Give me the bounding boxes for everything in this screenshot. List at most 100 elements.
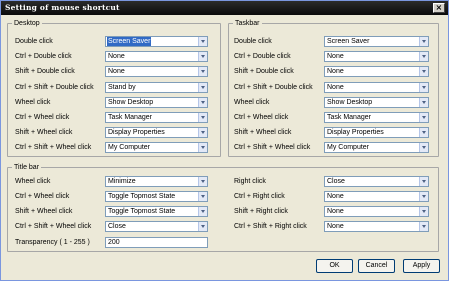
- taskbar-row-label: Ctrl + Wheel click: [234, 114, 289, 121]
- titlebar-right-action-dropdown[interactable]: None: [324, 221, 429, 232]
- titlebar-left-row-label: Shift + Wheel click: [15, 208, 73, 215]
- cancel-button[interactable]: Cancel: [358, 259, 395, 273]
- dialog-window: Setting of mouse shortcut × Desktop Task…: [0, 0, 449, 281]
- ok-button[interactable]: OK: [316, 259, 353, 273]
- close-icon: ×: [435, 3, 443, 12]
- desktop-action-dropdown[interactable]: Screen Saver: [105, 36, 208, 47]
- taskbar-row-label: Ctrl + Double click: [234, 53, 291, 61]
- close-button[interactable]: ×: [433, 3, 445, 13]
- taskbar-action-dropdown[interactable]: My Computer: [324, 142, 429, 154]
- desktop-action-dropdown[interactable]: Display Properties: [105, 127, 208, 139]
- titlebar-left-selected-value: Toggle Topmost State: [108, 208, 176, 215]
- titlebar-group-label: Title bar: [12, 163, 42, 172]
- desktop-row-label: Wheel click: [15, 98, 51, 106]
- taskbar-action-dropdown[interactable]: None: [324, 51, 429, 63]
- titlebar-right-selected-value: None: [327, 193, 344, 200]
- chevron-down-icon[interactable]: [198, 128, 207, 138]
- titlebar-left-row-label: Ctrl + Wheel click: [15, 193, 70, 200]
- chevron-down-icon[interactable]: [198, 52, 207, 62]
- window-title: Setting of mouse shortcut: [5, 3, 120, 12]
- chevron-down-icon[interactable]: [198, 67, 207, 77]
- chevron-down-icon[interactable]: [198, 82, 207, 92]
- chevron-down-icon[interactable]: [198, 192, 207, 201]
- chevron-down-icon[interactable]: [419, 192, 428, 201]
- titlebar-left-selected-value: Minimize: [108, 178, 136, 185]
- titlebar-right-row-label: Ctrl + Right click: [234, 193, 285, 200]
- chevron-down-icon[interactable]: [198, 207, 207, 216]
- desktop-action-dropdown[interactable]: Stand by: [105, 81, 208, 93]
- chevron-down-icon[interactable]: [419, 177, 428, 186]
- desktop-selected-value: Screen Saver: [107, 37, 152, 46]
- desktop-row-label: Ctrl + Shift + Double click: [15, 83, 94, 91]
- chevron-down-icon[interactable]: [198, 143, 207, 153]
- chevron-down-icon[interactable]: [419, 207, 428, 216]
- taskbar-action-dropdown[interactable]: None: [324, 66, 429, 78]
- titlebar-right-selected-value: Close: [327, 178, 345, 185]
- taskbar-action-dropdown[interactable]: None: [324, 81, 429, 93]
- titlebar-right-row-label: Right click: [234, 178, 266, 185]
- titlebar-right-row-label: Shift + Right click: [234, 208, 288, 215]
- chevron-down-icon[interactable]: [198, 177, 207, 186]
- chevron-down-icon[interactable]: [419, 97, 428, 107]
- desktop-row-label: Ctrl + Wheel click: [15, 114, 70, 121]
- chevron-down-icon[interactable]: [419, 113, 428, 122]
- titlebar-left-selected-value: Close: [108, 223, 126, 230]
- chevron-down-icon[interactable]: [198, 37, 207, 46]
- taskbar-selected-value: Display Properties: [327, 129, 384, 137]
- desktop-selected-value: My Computer: [108, 144, 151, 152]
- chevron-down-icon[interactable]: [419, 222, 428, 231]
- chevron-down-icon[interactable]: [419, 143, 428, 153]
- titlebar-left-action-dropdown[interactable]: Toggle Topmost State: [105, 191, 208, 202]
- transparency-label: Transparency ( 1 - 255 ): [15, 239, 90, 246]
- titlebar-right-action-dropdown[interactable]: Close: [324, 176, 429, 187]
- titlebar-left-action-dropdown[interactable]: Toggle Topmost State: [105, 206, 208, 217]
- taskbar-selected-value: None: [327, 68, 344, 76]
- desktop-action-dropdown[interactable]: Show Desktop: [105, 96, 208, 108]
- chevron-down-icon[interactable]: [419, 67, 428, 77]
- desktop-group-label: Desktop: [12, 19, 42, 28]
- titlebar-right-selected-value: None: [327, 208, 344, 215]
- desktop-row-label: Shift + Double click: [15, 68, 75, 76]
- chevron-down-icon[interactable]: [198, 97, 207, 107]
- taskbar-row-label: Ctrl + Shift + Double click: [234, 83, 313, 91]
- desktop-selected-value: Show Desktop: [108, 98, 154, 106]
- taskbar-row-label: Wheel click: [234, 98, 270, 106]
- chevron-down-icon[interactable]: [198, 222, 207, 231]
- taskbar-selected-value: Task Manager: [327, 114, 371, 121]
- desktop-action-dropdown[interactable]: My Computer: [105, 142, 208, 154]
- desktop-selected-value: Task Manager: [108, 114, 152, 121]
- desktop-selected-value: Stand by: [108, 83, 136, 91]
- taskbar-action-dropdown[interactable]: Display Properties: [324, 127, 429, 139]
- taskbar-selected-value: None: [327, 53, 344, 61]
- desktop-action-dropdown[interactable]: None: [105, 66, 208, 78]
- chevron-down-icon[interactable]: [419, 82, 428, 92]
- titlebar-left-row-label: Wheel click: [15, 178, 51, 185]
- taskbar-row-label: Double click: [234, 38, 272, 45]
- titlebar-right-action-dropdown[interactable]: None: [324, 191, 429, 202]
- taskbar-selected-value: None: [327, 83, 344, 91]
- titlebar-right-action-dropdown[interactable]: None: [324, 206, 429, 217]
- desktop-row-label: Shift + Wheel click: [15, 129, 73, 137]
- desktop-action-dropdown[interactable]: None: [105, 51, 208, 63]
- titlebar-right-row-label: Ctrl + Shift + Right click: [234, 223, 307, 230]
- taskbar-group-label: Taskbar: [233, 19, 262, 28]
- transparency-input[interactable]: 200: [105, 237, 208, 248]
- desktop-action-dropdown[interactable]: Task Manager: [105, 112, 208, 123]
- chevron-down-icon[interactable]: [419, 37, 428, 46]
- chevron-down-icon[interactable]: [419, 52, 428, 62]
- apply-button[interactable]: Apply: [403, 259, 440, 273]
- taskbar-selected-value: Screen Saver: [327, 38, 370, 45]
- titlebar-left-action-dropdown[interactable]: Close: [105, 221, 208, 232]
- desktop-selected-value: Display Properties: [108, 129, 165, 137]
- titlebar-left-action-dropdown[interactable]: Minimize: [105, 176, 208, 187]
- taskbar-selected-value: My Computer: [327, 144, 370, 152]
- taskbar-action-dropdown[interactable]: Task Manager: [324, 112, 429, 123]
- chevron-down-icon[interactable]: [198, 113, 207, 122]
- chevron-down-icon[interactable]: [419, 128, 428, 138]
- taskbar-action-dropdown[interactable]: Screen Saver: [324, 36, 429, 47]
- titlebar-left-selected-value: Toggle Topmost State: [108, 193, 176, 200]
- title-bar[interactable]: Setting of mouse shortcut ×: [1, 1, 448, 15]
- titlebar-right-selected-value: None: [327, 223, 344, 230]
- taskbar-action-dropdown[interactable]: Show Desktop: [324, 96, 429, 108]
- titlebar-left-row-label: Ctrl + Shift + Wheel click: [15, 223, 92, 230]
